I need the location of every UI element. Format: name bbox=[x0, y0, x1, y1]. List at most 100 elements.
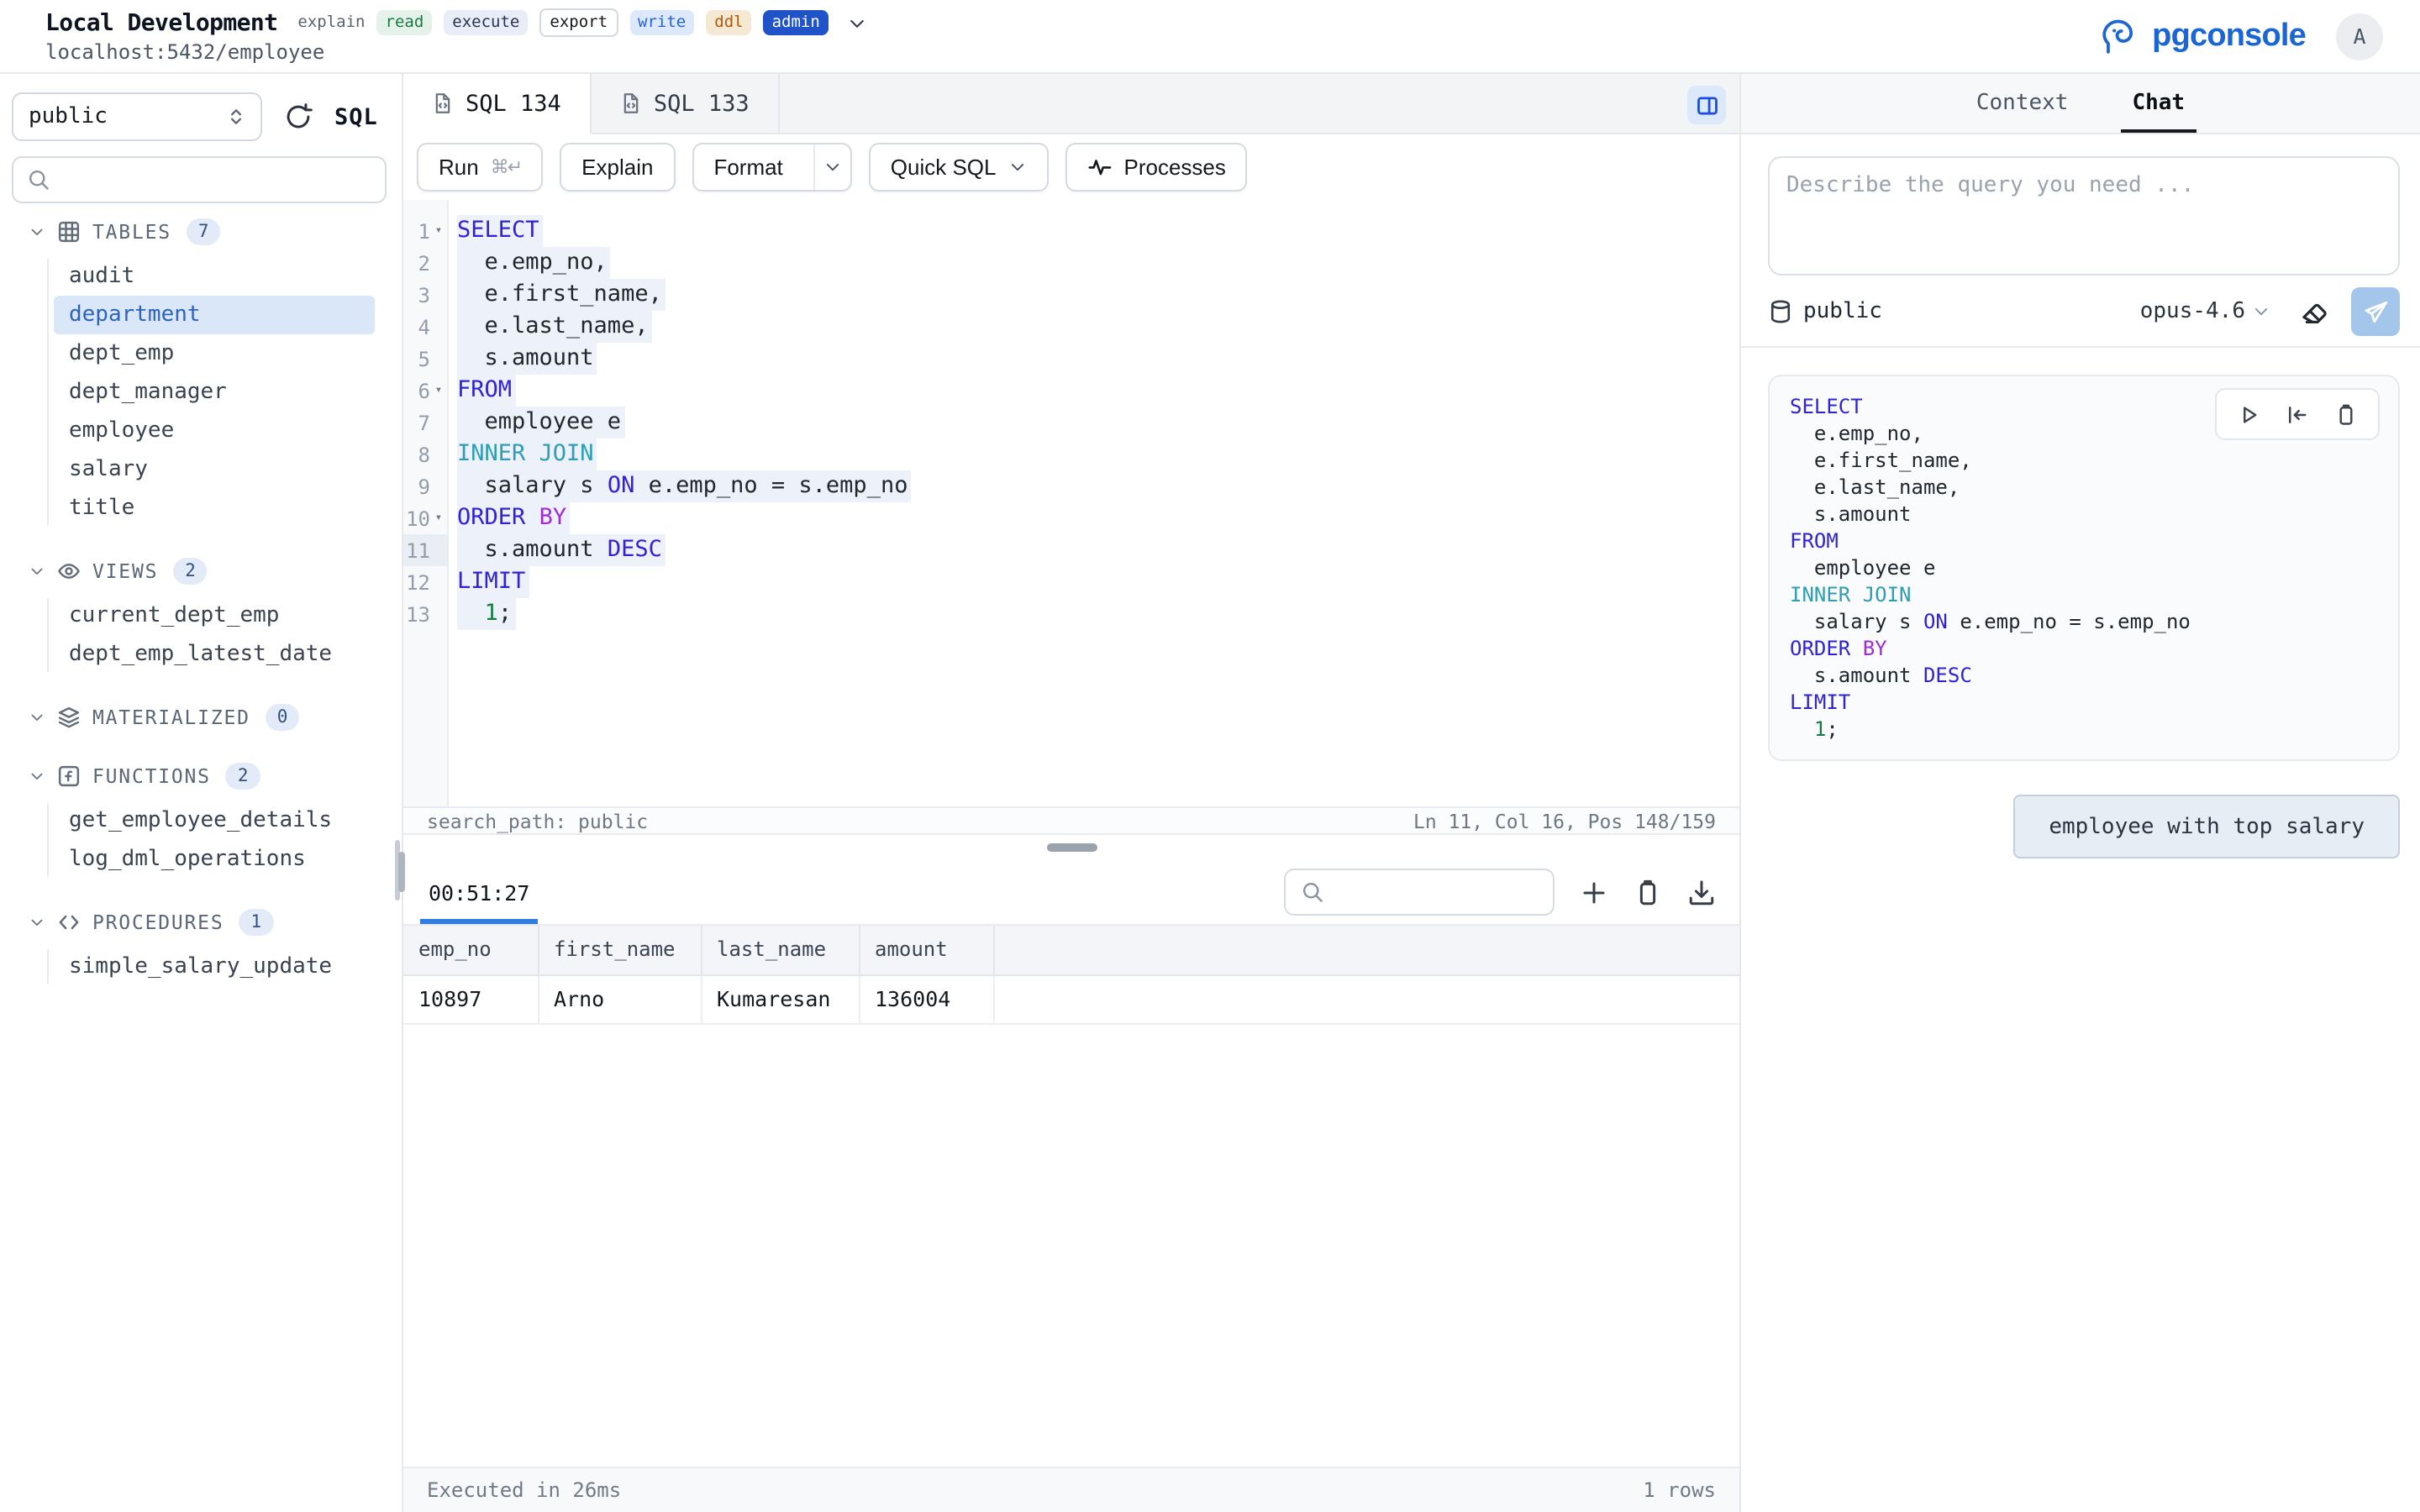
results-search-input[interactable] bbox=[1334, 879, 1538, 905]
tab-sql-133[interactable]: SQL 133 bbox=[592, 74, 780, 133]
line-number: 12 bbox=[403, 570, 430, 594]
fold-marker-icon[interactable]: ▾ bbox=[430, 375, 447, 407]
tab-context[interactable]: Context bbox=[1966, 74, 2079, 133]
sidebar-section-procedures[interactable]: PROCEDURES1 bbox=[0, 906, 402, 939]
download-results-icon[interactable] bbox=[1687, 878, 1716, 906]
run-button[interactable]: Run ⌘↵ bbox=[417, 143, 543, 192]
sidebar-section-tables[interactable]: TABLES7 bbox=[0, 215, 402, 249]
toggle-right-panel-button[interactable] bbox=[1687, 86, 1726, 124]
send-button[interactable] bbox=[2351, 287, 2400, 336]
code-line-text: FROM bbox=[457, 375, 515, 407]
sidebar-resize-handle[interactable] bbox=[398, 852, 405, 892]
divider-drag-handle[interactable] bbox=[1046, 843, 1097, 852]
section-count-badge: 2 bbox=[226, 763, 260, 790]
sidebar-item-audit[interactable]: audit bbox=[54, 257, 375, 296]
sidebar-item-current-dept-emp[interactable]: current_dept_emp bbox=[54, 596, 375, 635]
sidebar-section-functions[interactable]: FUNCTIONS2 bbox=[0, 759, 402, 793]
table-icon bbox=[57, 220, 81, 244]
processes-button[interactable]: Processes bbox=[1065, 143, 1248, 192]
insert-into-editor-icon[interactable] bbox=[2286, 402, 2309, 426]
connection-title: Local Development bbox=[45, 9, 277, 36]
permission-badges: explainreadexecuteexportwriteddladmin bbox=[297, 8, 828, 38]
sidebar-section-materialized[interactable]: MATERIALIZED0 bbox=[0, 701, 402, 734]
chat-code-line: INNER JOIN bbox=[1790, 581, 2378, 608]
search-icon bbox=[1301, 880, 1324, 904]
fold-marker-icon[interactable]: ▾ bbox=[430, 215, 447, 247]
model-select[interactable]: opus-4.6 bbox=[2140, 299, 2270, 324]
schema-select[interactable]: public bbox=[12, 92, 262, 141]
sidebar-item-title[interactable]: title bbox=[54, 489, 375, 528]
suggestion-chip[interactable]: employee with top salary bbox=[2013, 795, 2400, 858]
editor-code[interactable]: SELECT e.emp_no, e.first_name, e.last_na… bbox=[449, 200, 1739, 806]
tab-sql-134[interactable]: SQL 134 bbox=[403, 74, 592, 134]
sidebar-section-views[interactable]: VIEWS2 bbox=[0, 554, 402, 588]
chat-code-line: salary s ON e.emp_no = s.emp_no bbox=[1790, 608, 2378, 635]
explain-label: Explain bbox=[581, 155, 653, 180]
format-label: Format bbox=[693, 144, 801, 190]
chevron-down-icon bbox=[29, 914, 45, 931]
results-footer: Executed in 26ms 1 rows bbox=[403, 1467, 1739, 1512]
quick-sql-button[interactable]: Quick SQL bbox=[869, 143, 1049, 192]
file-code-icon bbox=[620, 92, 642, 114]
chevron-down-icon bbox=[1008, 158, 1027, 176]
chat-input[interactable] bbox=[1768, 156, 2400, 276]
line-number: 5 bbox=[403, 347, 430, 370]
gutter-line: 8 bbox=[403, 438, 447, 470]
section-label: PROCEDURES bbox=[92, 911, 224, 934]
fold-marker-icon[interactable]: ▾ bbox=[430, 502, 447, 534]
code-icon bbox=[57, 911, 81, 934]
logo-wordmark: pgconsole bbox=[2152, 18, 2306, 55]
sidebar-item-department[interactable]: department bbox=[54, 296, 375, 334]
chat-code-line: s.amount bbox=[1790, 501, 2378, 528]
format-dropdown[interactable] bbox=[813, 144, 850, 190]
column-header-amount[interactable]: amount bbox=[859, 926, 993, 974]
gutter-line: 1▾ bbox=[403, 215, 447, 247]
table-row[interactable]: 10897ArnoKumaresan136004 bbox=[403, 974, 1739, 1023]
cell: Kumaresan bbox=[701, 974, 859, 1023]
connection-title-row[interactable]: Local Development explainreadexecuteexpo… bbox=[45, 8, 867, 38]
code-line-text: INNER JOIN bbox=[457, 438, 597, 470]
clear-chat-eraser-icon[interactable] bbox=[2299, 297, 2329, 327]
editor-panel: SQL 134SQL 133 Run ⌘↵ Explain Format bbox=[403, 74, 1741, 1512]
gutter-line: 7 bbox=[403, 407, 447, 438]
copy-results-icon[interactable] bbox=[1634, 878, 1662, 906]
code-line-text: 1; bbox=[457, 598, 515, 630]
sql-mode-label[interactable]: SQL bbox=[334, 103, 378, 130]
sidebar-item-salary[interactable]: salary bbox=[54, 450, 375, 489]
badge-write: write bbox=[629, 10, 694, 36]
add-result-tab-icon[interactable] bbox=[1580, 878, 1608, 906]
search-path-status: search_path: public bbox=[427, 809, 648, 832]
sidebar-search-input[interactable] bbox=[60, 167, 371, 192]
line-number: 2 bbox=[403, 251, 430, 275]
sidebar-item-dept-emp-latest-date[interactable]: dept_emp_latest_date bbox=[54, 635, 375, 674]
sidebar-item-dept-emp[interactable]: dept_emp bbox=[54, 334, 375, 373]
copy-snippet-icon[interactable] bbox=[2334, 402, 2358, 426]
sidebar-item-employee[interactable]: employee bbox=[54, 412, 375, 450]
explain-button[interactable]: Explain bbox=[560, 143, 675, 192]
column-header-emp-no[interactable]: emp_no bbox=[403, 926, 538, 974]
avatar[interactable]: A bbox=[2336, 13, 2383, 60]
column-header-first-name[interactable]: first_name bbox=[538, 926, 701, 974]
sidebar-item-simple-salary-update[interactable]: simple_salary_update bbox=[54, 948, 375, 986]
sidebar-search[interactable] bbox=[12, 156, 387, 203]
format-button[interactable]: Format bbox=[692, 143, 851, 192]
code-line-text: e.first_name, bbox=[457, 279, 666, 311]
chat-code-line: FROM bbox=[1790, 528, 2378, 554]
sidebar-item-get-employee-details[interactable]: get_employee_details bbox=[54, 801, 375, 840]
results-search[interactable] bbox=[1284, 869, 1555, 916]
code-line: e.last_name, bbox=[457, 311, 1739, 343]
schema-context-chip[interactable]: public bbox=[1768, 299, 1882, 324]
chevron-down-icon[interactable] bbox=[847, 13, 867, 33]
column-header-last-name[interactable]: last_name bbox=[701, 926, 859, 974]
results-divider bbox=[403, 835, 1739, 860]
refresh-icon[interactable] bbox=[284, 102, 313, 131]
sidebar-item-log-dml-operations[interactable]: log_dml_operations bbox=[54, 840, 375, 879]
sql-editor[interactable]: 1▾23456▾78910▾111213 SELECT e.emp_no, e.… bbox=[403, 200, 1739, 806]
code-line: employee e bbox=[457, 407, 1739, 438]
run-snippet-play-icon[interactable] bbox=[2237, 402, 2260, 426]
sidebar-item-dept-manager[interactable]: dept_manager bbox=[54, 373, 375, 412]
code-line: e.first_name, bbox=[457, 279, 1739, 311]
run-shortcut: ⌘↵ bbox=[491, 156, 521, 178]
tab-chat[interactable]: Chat bbox=[2122, 74, 2195, 133]
results-timer-tab[interactable]: 00:51:27 bbox=[420, 860, 538, 924]
